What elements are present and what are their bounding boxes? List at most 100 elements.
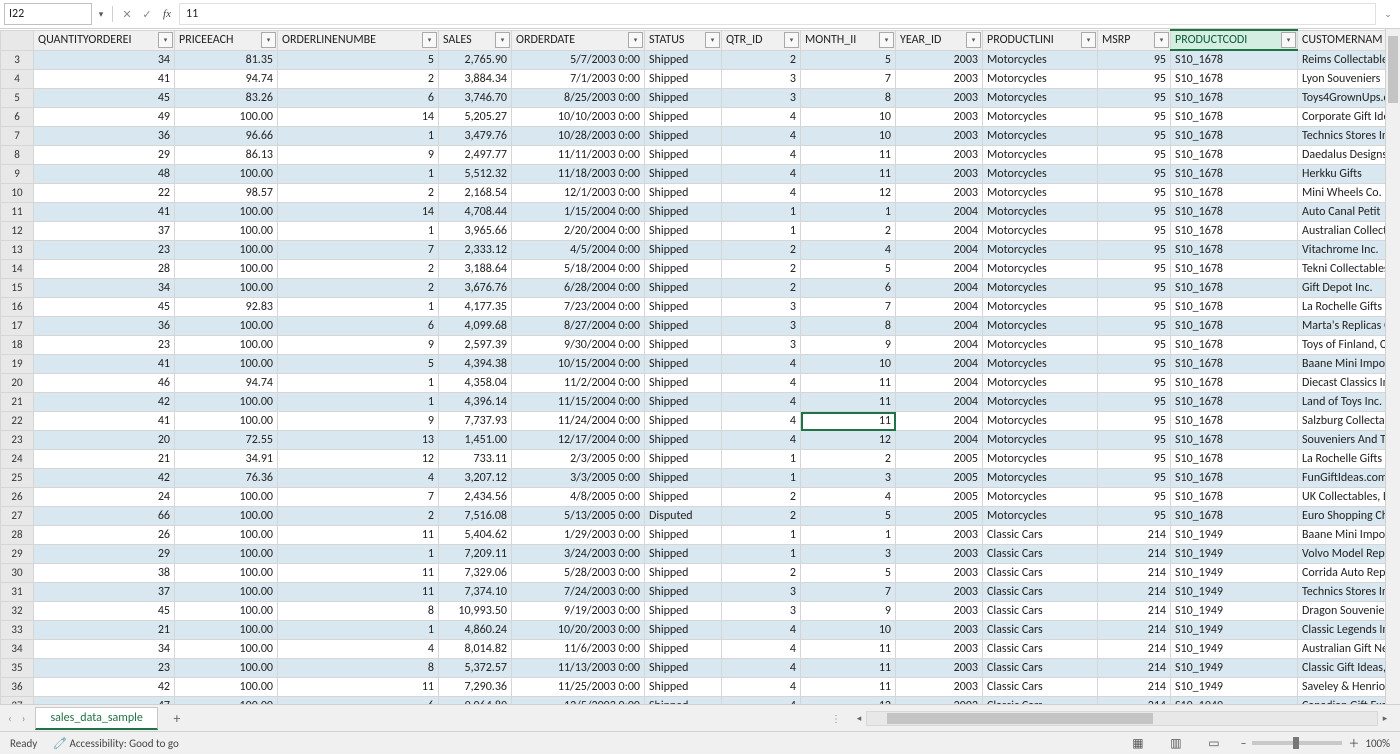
cell[interactable]: S10_1949: [1171, 621, 1298, 640]
table-row[interactable]: 1428100.0023,188.645/18/2004 0:00Shipped…: [1, 260, 1386, 279]
cell[interactable]: 4: [722, 355, 801, 374]
filter-dropdown-icon[interactable]: ▾: [422, 32, 437, 48]
cell[interactable]: 2003: [896, 89, 983, 108]
cell[interactable]: S10_1949: [1171, 564, 1298, 583]
cell[interactable]: 2004: [896, 298, 983, 317]
cell[interactable]: 95: [1098, 355, 1171, 374]
cell[interactable]: 5/28/2003 0:00: [512, 564, 645, 583]
cell[interactable]: 12: [801, 431, 896, 450]
cell[interactable]: 5/18/2004 0:00: [512, 260, 645, 279]
cell[interactable]: 42: [34, 469, 175, 488]
cell[interactable]: Motorcycles: [983, 298, 1098, 317]
cell[interactable]: 2004: [896, 355, 983, 374]
cell[interactable]: S10_1678: [1171, 165, 1298, 184]
namebox-chevron-icon[interactable]: ▾: [96, 9, 106, 20]
cell[interactable]: 10: [801, 127, 896, 146]
table-row[interactable]: 2826100.00115,404.621/29/2003 0:00Shippe…: [1, 526, 1386, 545]
row-header[interactable]: 37: [1, 697, 34, 705]
cell[interactable]: 4,099.68: [439, 317, 512, 336]
cell[interactable]: 2: [278, 279, 439, 298]
row-header[interactable]: 22: [1, 412, 34, 431]
cell[interactable]: 95: [1098, 374, 1171, 393]
column-header-status[interactable]: STATUS▾: [645, 30, 722, 50]
hscroll-right-icon[interactable]: ▸: [1378, 711, 1392, 725]
cell[interactable]: S10_1678: [1171, 336, 1298, 355]
cell[interactable]: 11: [801, 640, 896, 659]
cell[interactable]: 95: [1098, 507, 1171, 526]
cell[interactable]: 95: [1098, 431, 1171, 450]
cell[interactable]: 8: [278, 659, 439, 678]
cell[interactable]: 3,884.34: [439, 70, 512, 89]
cell[interactable]: 1: [278, 165, 439, 184]
cell[interactable]: 9: [801, 336, 896, 355]
cell[interactable]: 2004: [896, 317, 983, 336]
row-header[interactable]: 19: [1, 355, 34, 374]
cell[interactable]: 26: [34, 526, 175, 545]
table-row[interactable]: 1941100.0054,394.3810/15/2004 0:00Shippe…: [1, 355, 1386, 374]
cell[interactable]: 1: [722, 526, 801, 545]
filter-dropdown-icon[interactable]: ▾: [158, 32, 173, 48]
fx-icon[interactable]: fx: [159, 5, 175, 23]
cell[interactable]: 2003: [896, 602, 983, 621]
cell[interactable]: 4/8/2005 0:00: [512, 488, 645, 507]
cell[interactable]: S10_1678: [1171, 374, 1298, 393]
zoom-level[interactable]: 100%: [1365, 737, 1390, 750]
table-row[interactable]: 73696.6613,479.7610/28/2003 0:00Shipped4…: [1, 127, 1386, 146]
cell[interactable]: 100.00: [175, 241, 278, 260]
column-header-qtr[interactable]: QTR_ID▾: [722, 30, 801, 50]
cell[interactable]: 733.11: [439, 450, 512, 469]
cell[interactable]: 2004: [896, 393, 983, 412]
tab-nav-next-icon[interactable]: ›: [22, 712, 26, 725]
formula-expand-icon[interactable]: ⌄: [1380, 9, 1396, 20]
cell[interactable]: 3,965.66: [439, 222, 512, 241]
cell[interactable]: 100.00: [175, 222, 278, 241]
cell[interactable]: 2004: [896, 431, 983, 450]
table-row[interactable]: 3434100.0048,014.8211/6/2003 0:00Shipped…: [1, 640, 1386, 659]
cell[interactable]: 45: [34, 298, 175, 317]
cell[interactable]: 4: [722, 393, 801, 412]
row-header[interactable]: 14: [1, 260, 34, 279]
cell[interactable]: 2: [801, 222, 896, 241]
cell[interactable]: 3: [801, 545, 896, 564]
cell[interactable]: 1: [278, 127, 439, 146]
cell[interactable]: 4,396.14: [439, 393, 512, 412]
cell[interactable]: 21: [34, 621, 175, 640]
cell[interactable]: 214: [1098, 697, 1171, 705]
cell[interactable]: 100.00: [175, 412, 278, 431]
filter-dropdown-icon[interactable]: ▾: [1081, 32, 1096, 48]
cell[interactable]: 214: [1098, 678, 1171, 697]
row-header[interactable]: 5: [1, 89, 34, 108]
cell[interactable]: 34: [34, 279, 175, 298]
cell[interactable]: 11: [801, 659, 896, 678]
cell[interactable]: 5,205.27: [439, 108, 512, 127]
cell[interactable]: 2: [278, 70, 439, 89]
cell[interactable]: 37: [34, 222, 175, 241]
cell[interactable]: 214: [1098, 640, 1171, 659]
row-header[interactable]: 26: [1, 488, 34, 507]
cell[interactable]: Salzburg Collectables: [1298, 412, 1386, 431]
cell[interactable]: 11/11/2003 0:00: [512, 146, 645, 165]
table-row[interactable]: 254276.3643,207.123/3/2005 0:00Shipped13…: [1, 469, 1386, 488]
cell[interactable]: Shipped: [645, 50, 722, 70]
row-header[interactable]: 21: [1, 393, 34, 412]
cell[interactable]: 2003: [896, 184, 983, 203]
cell[interactable]: 5: [278, 355, 439, 374]
cell[interactable]: 11: [278, 526, 439, 545]
cell[interactable]: Diecast Classics Inc.: [1298, 374, 1386, 393]
cell[interactable]: 100.00: [175, 336, 278, 355]
cell[interactable]: 2003: [896, 70, 983, 89]
cell[interactable]: 11: [801, 678, 896, 697]
filter-dropdown-icon[interactable]: ▾: [705, 32, 720, 48]
cell[interactable]: Motorcycles: [983, 412, 1098, 431]
cell[interactable]: 5,372.57: [439, 659, 512, 678]
cell[interactable]: 2004: [896, 412, 983, 431]
row-header[interactable]: 6: [1, 108, 34, 127]
cell[interactable]: 7: [801, 298, 896, 317]
column-header-cust[interactable]: CUSTOMERNAM▾: [1298, 30, 1386, 50]
cell[interactable]: 21: [34, 450, 175, 469]
cell[interactable]: S10_1678: [1171, 507, 1298, 526]
cell[interactable]: Classic Cars: [983, 659, 1098, 678]
cell[interactable]: 11: [801, 374, 896, 393]
cell[interactable]: Classic Gift Ideas, Inc: [1298, 659, 1386, 678]
cell[interactable]: 5: [801, 260, 896, 279]
